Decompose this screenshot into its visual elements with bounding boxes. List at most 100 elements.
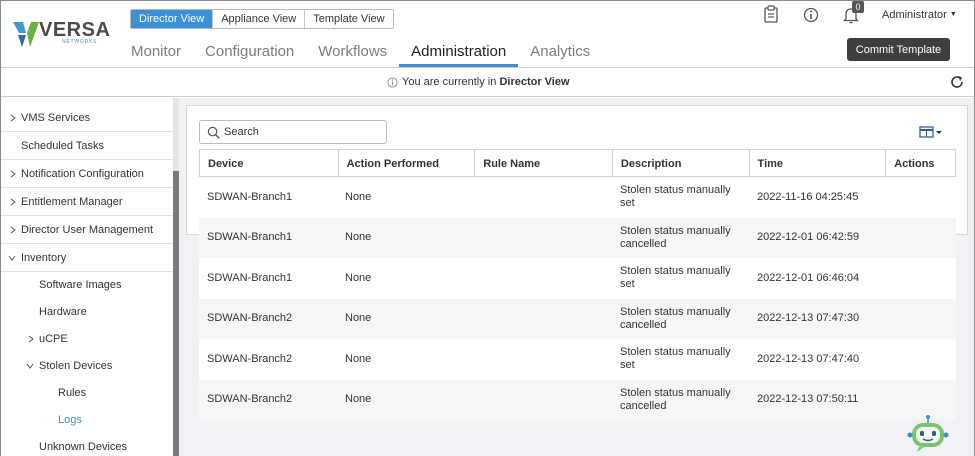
commit-template-button[interactable]: Commit Template — [847, 38, 950, 61]
cell-time: 2022-12-13 07:50:11 — [757, 393, 859, 406]
main-nav: Monitor Configuration Workflows Administ… — [119, 41, 602, 67]
sidebar-item-label: Stolen Devices — [39, 360, 113, 372]
sidebar-item-inventory[interactable]: Inventory — [1, 244, 173, 272]
sidebar-item-scheduled-tasks[interactable]: Scheduled Tasks — [1, 132, 173, 160]
table-row[interactable]: SDWAN-Branch2 None Stolen status manuall… — [199, 298, 956, 339]
info-icon[interactable] — [803, 6, 819, 24]
column-header-description[interactable]: Description — [611, 150, 749, 176]
cell-time: 2022-11-16 04:25:45 — [757, 190, 859, 203]
chatbot-assistant-icon[interactable] — [907, 414, 949, 454]
director-view-button[interactable]: Director View — [131, 10, 213, 28]
sidebar-item-label: Logs — [58, 414, 82, 426]
user-menu-label: Administrator — [882, 9, 947, 21]
sidebar-item-label: Notification Configuration — [21, 168, 144, 180]
chevron-down-icon — [26, 363, 34, 369]
sidebar-item-label: VMS Services — [21, 112, 91, 124]
description-line1: Stolen status manually — [620, 265, 731, 278]
sidebar-item-ucpe[interactable]: uCPE — [1, 325, 173, 353]
description-line1: Stolen status manually — [620, 346, 731, 359]
cell-device: SDWAN-Branch1 — [207, 231, 293, 244]
description-line1: Stolen status manually — [620, 305, 731, 318]
tab-workflows[interactable]: Workflows — [306, 41, 399, 67]
column-header-device[interactable]: Device — [200, 150, 338, 176]
tab-monitor[interactable]: Monitor — [119, 41, 193, 67]
table-row[interactable]: SDWAN-Branch1 None Stolen status manuall… — [199, 177, 956, 218]
column-header-time[interactable]: Time — [748, 150, 886, 176]
cell-description: Stolen status manually set — [612, 265, 749, 291]
sidebar-item-hardware[interactable]: Hardware — [1, 298, 173, 326]
cell-device: SDWAN-Branch1 — [207, 190, 293, 203]
tab-analytics[interactable]: Analytics — [518, 41, 602, 67]
cell-time: 2022-12-01 06:42:59 — [757, 231, 860, 244]
sidebar-item-unknown-devices[interactable]: Unknown Devices — [1, 433, 173, 456]
sidebar-item-software-images[interactable]: Software Images — [1, 271, 173, 299]
refresh-icon[interactable] — [949, 74, 965, 90]
description-line1: Stolen status manually — [620, 184, 731, 197]
column-chooser-icon[interactable] — [919, 125, 943, 139]
cell-action: None — [345, 231, 372, 244]
column-header-rule-name[interactable]: Rule Name — [474, 150, 612, 176]
chevron-right-icon — [10, 198, 16, 206]
sidebar-item-label: Entitlement Manager — [21, 196, 123, 208]
versa-logo-mark — [13, 22, 39, 47]
context-prefix: You are currently in — [402, 76, 497, 88]
description-line2: cancelled — [620, 237, 667, 250]
sidebar-item-label: Software Images — [39, 279, 122, 291]
tab-administration[interactable]: Administration — [399, 41, 519, 67]
sidebar-item-vms-services[interactable]: VMS Services — [1, 104, 173, 132]
notification-count-badge: 0 — [852, 1, 864, 13]
column-header-action-performed[interactable]: Action Performed — [337, 150, 475, 176]
chevron-down-icon — [8, 255, 16, 261]
versa-logo[interactable]: VERSA NETWORKS — [13, 16, 110, 50]
table-row[interactable]: SDWAN-Branch1 None Stolen status manuall… — [199, 217, 956, 258]
chevron-right-icon — [10, 170, 16, 178]
search-input[interactable] — [224, 126, 374, 138]
sidebar-item-label: uCPE — [39, 333, 68, 345]
column-header-actions[interactable]: Actions — [885, 150, 955, 176]
context-view-name: Director View — [499, 76, 570, 88]
sidebar-item-logs[interactable]: Logs — [1, 406, 173, 434]
clipboard-icon[interactable] — [763, 5, 779, 23]
description-line1: Stolen status manually — [620, 386, 731, 399]
view-switcher: Director View Appliance View Template Vi… — [130, 9, 394, 29]
appliance-view-button[interactable]: Appliance View — [212, 10, 305, 28]
sidebar-item-entitlement-manager[interactable]: Entitlement Manager — [1, 188, 173, 216]
info-small-icon — [387, 76, 398, 88]
description-line2: cancelled — [620, 399, 667, 412]
description-line2: set — [620, 197, 635, 210]
sidebar-item-notification-configuration[interactable]: Notification Configuration — [1, 160, 173, 188]
cell-description: Stolen status manually cancelled — [612, 225, 749, 251]
app-header: VERSA NETWORKS Director View Appliance V… — [1, 1, 974, 67]
cell-device: SDWAN-Branch2 — [207, 352, 293, 365]
cell-device: SDWAN-Branch2 — [207, 312, 293, 325]
sidebar-item-label: Director User Management — [21, 224, 154, 236]
chevron-right-icon — [10, 114, 16, 122]
sidebar-item-stolen-devices[interactable]: Stolen Devices — [1, 352, 173, 380]
cell-device: SDWAN-Branch1 — [207, 271, 293, 284]
table-row[interactable]: SDWAN-Branch2 None Stolen status manuall… — [199, 379, 956, 420]
cell-action: None — [345, 271, 372, 284]
user-menu[interactable]: Administrator ▼ — [882, 9, 957, 21]
cell-description: Stolen status manually set — [612, 346, 749, 372]
context-bar: You are currently in Director View — [1, 67, 974, 97]
brand-subtitle: NETWORKS — [62, 39, 98, 45]
sidebar-item-director-user-management[interactable]: Director User Management — [1, 216, 173, 244]
sidebar-item-label: Unknown Devices — [39, 441, 128, 453]
cell-action: None — [345, 312, 372, 325]
table-row[interactable]: SDWAN-Branch2 None Stolen status manuall… — [199, 339, 956, 380]
sidebar-item-label: Inventory — [21, 252, 67, 264]
cell-action: None — [345, 352, 372, 365]
caret-down-icon: ▼ — [949, 11, 957, 18]
logs-table: Device Action Performed Rule Name Descri… — [199, 149, 956, 420]
cell-action: None — [345, 190, 372, 203]
cell-time: 2022-12-13 07:47:30 — [757, 312, 860, 325]
table-row[interactable]: SDWAN-Branch1 None Stolen status manuall… — [199, 258, 956, 299]
context-message: You are currently in Director View — [387, 76, 570, 88]
search-field[interactable] — [199, 120, 387, 144]
sidebar-item-label: Hardware — [39, 306, 87, 318]
cell-time: 2022-12-01 06:46:04 — [757, 271, 860, 284]
sidebar-item-rules[interactable]: Rules — [1, 379, 173, 407]
template-view-button[interactable]: Template View — [304, 10, 393, 28]
sidebar-item-label: Rules — [58, 387, 87, 399]
tab-configuration[interactable]: Configuration — [193, 41, 306, 67]
